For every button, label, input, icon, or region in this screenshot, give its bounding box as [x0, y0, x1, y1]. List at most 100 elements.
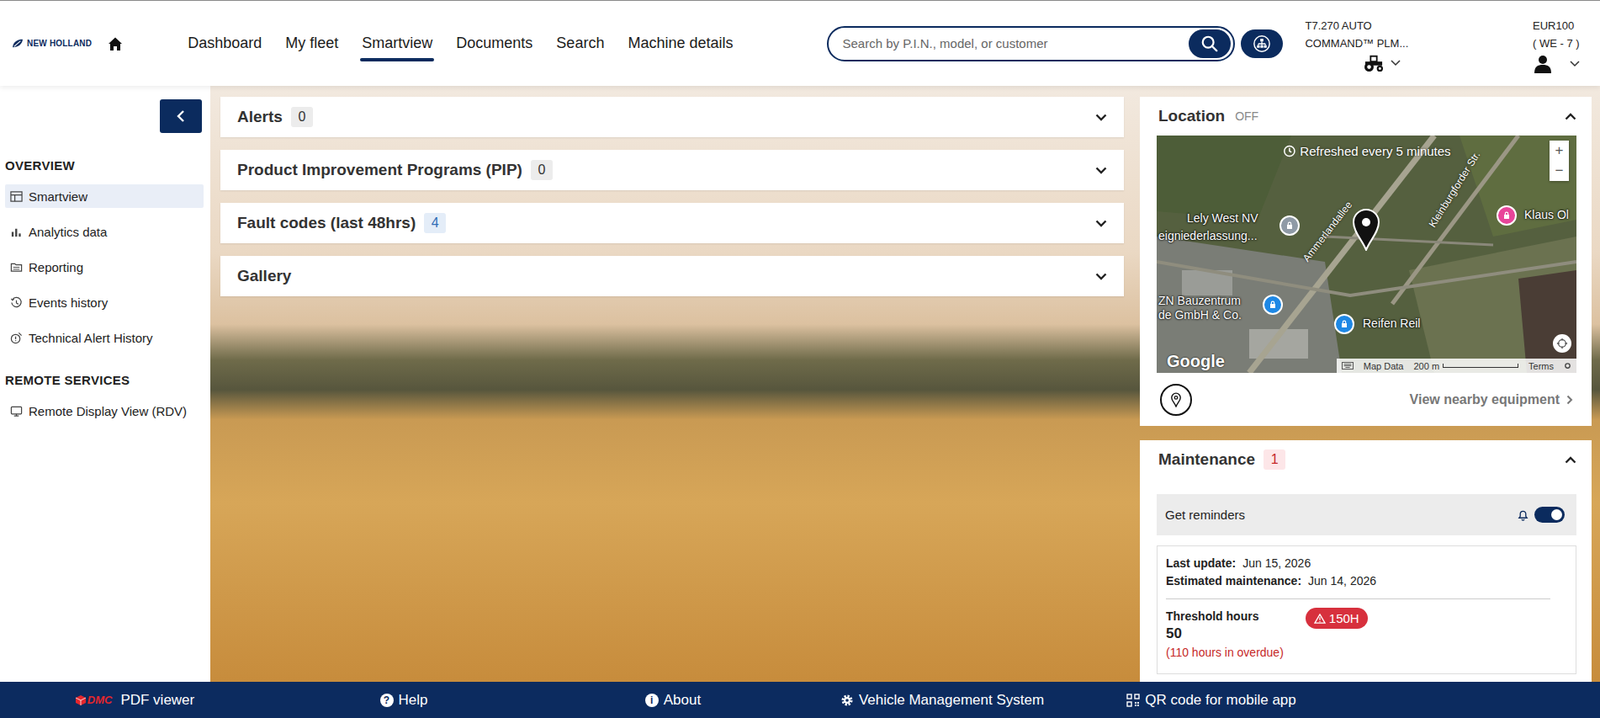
location-card: LocationOFFRefreshed every 5 minutes+−Am…: [1139, 96, 1592, 426]
footer-link[interactable]: QR code for mobile app: [1126, 691, 1297, 709]
place-icon: [1340, 319, 1349, 329]
location-header[interactable]: LocationOFF: [1139, 96, 1592, 136]
sidebar-item[interactable]: Remote Display View (RDV): [5, 398, 204, 423]
location-button[interactable]: [1160, 383, 1193, 416]
home-icon[interactable]: [106, 35, 124, 53]
nav-item[interactable]: Search: [556, 34, 604, 53]
right-column: LocationOFFRefreshed every 5 minutes+−Am…: [1139, 85, 1592, 691]
map-scale: 200 m: [1413, 360, 1519, 371]
reminders-toggle[interactable]: [1534, 506, 1565, 523]
refresh-text: Refreshed every 5 minutes: [1299, 143, 1451, 159]
glyph-icon: ?: [380, 693, 394, 707]
chevron-left-icon: [176, 110, 186, 122]
sidebar-item[interactable]: Technical Alert History: [5, 325, 204, 350]
zoom-button[interactable]: +: [1549, 140, 1569, 161]
estimated-value: Jun 14, 2026: [1308, 572, 1377, 590]
place-label: ZN Bauzentrum: [1158, 293, 1241, 308]
maintenance-details: Last update:Jun 15, 2026Estimated mainte…: [1156, 545, 1577, 674]
place-pin[interactable]: [1262, 294, 1283, 315]
recenter-button[interactable]: [1552, 333, 1572, 353]
chevron-down-icon: [1390, 59, 1401, 67]
footer-link[interactable]: ?Help: [380, 691, 429, 709]
footer-label: About: [663, 691, 701, 709]
place-pin[interactable]: [1279, 215, 1300, 236]
nav-item[interactable]: My fleet: [285, 34, 339, 53]
nav-item[interactable]: Smartview: [361, 34, 433, 53]
page-body: OVERVIEWSmartviewAnalytics dataReporting…: [0, 85, 1600, 682]
search-box: [826, 26, 1235, 62]
place-pin[interactable]: [1334, 313, 1355, 334]
sidebar-item-label: Events history: [28, 295, 108, 310]
glyph-icon: i: [645, 693, 659, 707]
sidebar-item-label: Reporting: [28, 259, 84, 275]
chevron-down-icon: [1095, 219, 1108, 228]
threshold-badge: 150H: [1305, 607, 1368, 629]
map[interactable]: Refreshed every 5 minutes+−Ammerlandalle…: [1156, 135, 1577, 373]
keyboard-icon: [1341, 361, 1354, 370]
accordion-panel[interactable]: Alerts0: [220, 96, 1124, 138]
estimated-label: Estimated maintenance:: [1165, 572, 1302, 590]
nav-item[interactable]: Documents: [455, 34, 533, 53]
chevron-down-icon: [1569, 60, 1580, 68]
divider: [1165, 598, 1551, 599]
place-icon: [1502, 211, 1511, 220]
sidebar-item[interactable]: Smartview: [5, 184, 204, 208]
monitor-icon: [10, 404, 23, 418]
crosshair-icon: [1556, 337, 1569, 350]
sidebar-item-label: Remote Display View (RDV): [28, 403, 187, 419]
overdue-text: (110 hours in overdue): [1165, 642, 1284, 662]
footer-link[interactable]: Vehicle Management System: [840, 691, 1044, 709]
place-pin[interactable]: [1496, 205, 1517, 226]
location-status: OFF: [1234, 109, 1259, 123]
nav-item[interactable]: Machine details: [627, 34, 733, 53]
place-label: eigniederlassung...: [1158, 228, 1258, 243]
bar-chart-icon: [10, 225, 23, 239]
user-icon: [1532, 53, 1553, 75]
place-icon: [1268, 300, 1277, 309]
gear-icon: [840, 693, 854, 707]
place-label: Reifen Reil: [1362, 316, 1420, 330]
chevron-up-icon: [1564, 112, 1577, 121]
app-shell: NEW HOLLAND Dashboard My fleet Smartview Doc…: [0, 0, 1600, 718]
clock-icon: [1282, 144, 1296, 158]
sidebar-item[interactable]: Reporting: [5, 254, 204, 279]
main-nav: Dashboard My fleet Smartview Documents Searc…: [187, 34, 733, 53]
nearby-equipment-link[interactable]: View nearby equipment: [1409, 392, 1574, 408]
search-input[interactable]: [840, 35, 1189, 52]
accordion-panel[interactable]: Gallery: [220, 255, 1124, 297]
zoom-control: +−: [1549, 140, 1569, 181]
sidebar-section: OVERVIEWSmartviewAnalytics dataReporting…: [5, 158, 204, 350]
threshold-info: Threshold hours50(110 hours in overdue): [1165, 607, 1284, 662]
nearby-equipment-text: View nearby equipment: [1409, 392, 1560, 408]
collapse-button[interactable]: [159, 99, 202, 133]
chevron-down-icon: [1095, 113, 1108, 122]
last-update-value: Jun 15, 2026: [1242, 554, 1311, 573]
zoom-button[interactable]: −: [1549, 160, 1569, 181]
hierarchy-button[interactable]: [1240, 29, 1283, 59]
footer-link[interactable]: DMCPDF viewer: [74, 691, 195, 709]
map-provider-logo: Google: [1166, 351, 1225, 371]
footer-link[interactable]: i About: [645, 691, 701, 709]
panel-title: Product Improvement Programs (PIP): [237, 160, 523, 180]
accordion-panel[interactable]: Product Improvement Programs (PIP)0: [220, 149, 1124, 191]
account-menu[interactable]: EUR100( WE - 7 ): [1532, 0, 1580, 75]
sidebar-item[interactable]: Events history: [5, 290, 204, 314]
accordion-panel[interactable]: Fault codes (last 48hrs)4: [220, 202, 1124, 244]
brand-logo[interactable]: NEW HOLLAND: [11, 38, 92, 49]
machine-selector[interactable]: T7.270 AUTOCOMMAND™ PLM...: [1304, 0, 1409, 73]
hierarchy-icon: [1252, 34, 1272, 53]
location-footer: View nearby equipment: [1139, 372, 1592, 426]
sidebar-item[interactable]: Analytics data: [5, 219, 204, 244]
maintenance-header[interactable]: Maintenance1: [1139, 439, 1592, 479]
count-badge: 0: [291, 106, 313, 128]
terms-link[interactable]: Terms: [1528, 360, 1554, 371]
threshold-block: Threshold hours50(110 hours in overdue) 1…: [1165, 607, 1568, 662]
map-data-link[interactable]: Map Data: [1363, 360, 1404, 371]
qr-icon: [1126, 693, 1140, 707]
settings-icon[interactable]: [1563, 361, 1572, 370]
search-button[interactable]: [1188, 29, 1231, 59]
dmc-text: DMC: [87, 693, 113, 706]
sidebar: OVERVIEWSmartviewAnalytics dataReporting…: [0, 85, 211, 682]
machine-location-pin-icon[interactable]: [1352, 208, 1380, 251]
nav-item[interactable]: Dashboard: [187, 34, 262, 53]
